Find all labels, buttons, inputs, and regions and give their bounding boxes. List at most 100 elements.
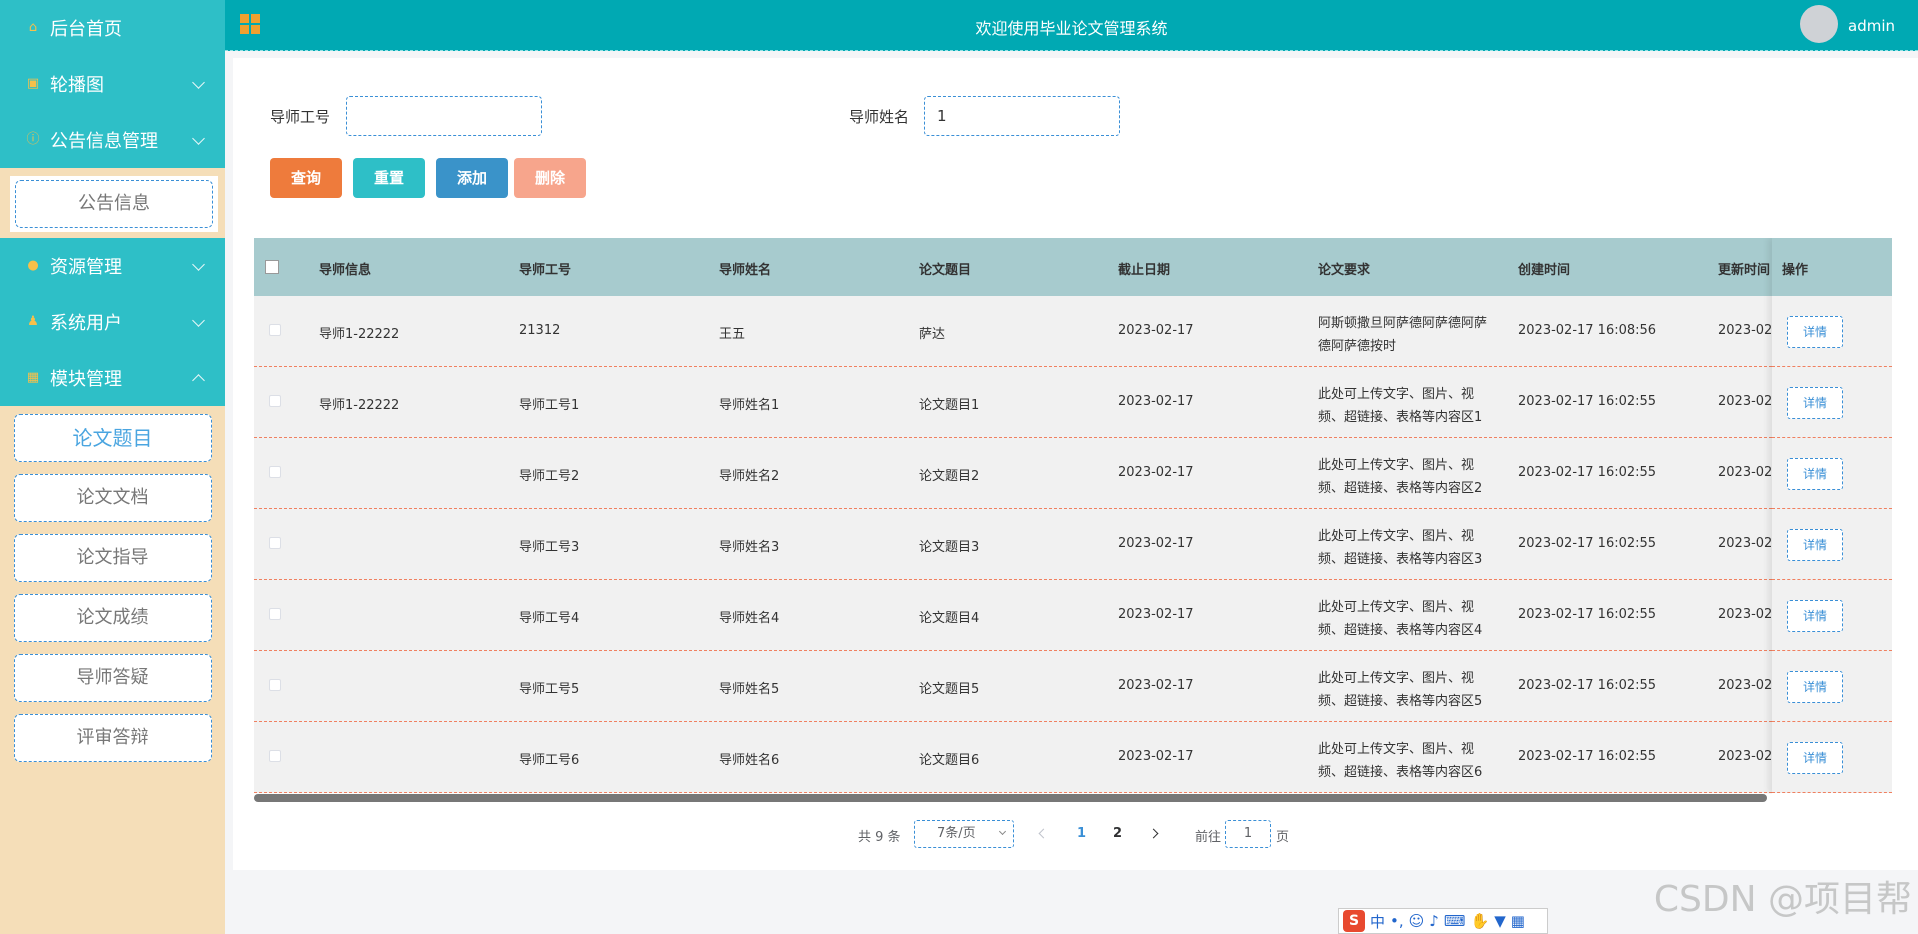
cell-deadline: 2023-02-17 (1118, 323, 1194, 338)
submenu-review-defense[interactable]: 评审答辩 (13, 714, 212, 762)
col-teacher-id: 导师工号 (519, 263, 572, 278)
data-table: 导师信息 导师工号 导师姓名 论文题目 截止日期 论文要求 创建时间 更新时间 … (254, 238, 1892, 794)
ime-mode[interactable]: 中 (1370, 911, 1385, 932)
reset-button[interactable]: 重置 (353, 158, 425, 198)
row-checkbox[interactable] (269, 395, 281, 407)
cell-requirement: 此处可上传文字、图片、视频、超链接、表格等内容区5 (1318, 671, 1483, 709)
cell-updated: 2023-02 (1718, 536, 1773, 551)
detail-button[interactable]: 详情 (1787, 387, 1843, 419)
cell-created: 2023-02-17 16:02:55 (1518, 678, 1657, 693)
page-2[interactable]: 2 (1113, 826, 1122, 841)
username[interactable]: admin (1848, 17, 1895, 35)
detail-button[interactable]: 详情 (1787, 458, 1843, 490)
teacher-name-input[interactable]: 1 (924, 96, 1120, 136)
detail-button[interactable]: 详情 (1787, 529, 1843, 561)
row-checkbox[interactable] (269, 466, 281, 478)
toolbox-icon[interactable]: ✋ (1471, 912, 1490, 930)
op-header: 操作 (1772, 238, 1892, 296)
row-checkbox[interactable] (269, 750, 281, 762)
chevron-down-icon (192, 76, 205, 89)
row-checkbox[interactable] (269, 537, 281, 549)
location-icon: ● (27, 258, 39, 273)
cell-teacher-id: 导师工号1 (519, 398, 580, 413)
table-row: 导师工号3 导师姓名3 论文题目3 2023-02-17 此处可上传文字、图片、… (254, 509, 1892, 580)
menu-carousel[interactable]: ▣ 轮播图 (0, 56, 225, 112)
goto-page-input[interactable]: 1 (1225, 820, 1271, 848)
menu-resource-mgmt[interactable]: ● 资源管理 (0, 238, 225, 294)
cell-created: 2023-02-17 16:02:55 (1518, 536, 1657, 551)
op-cell: 详情 (1772, 509, 1892, 580)
menu-carousel-label: 轮播图 (50, 75, 104, 96)
cell-teacher-name: 导师姓名5 (719, 682, 780, 697)
query-button[interactable]: 查询 (270, 158, 342, 198)
cell-teacher-name: 导师姓名2 (719, 469, 780, 484)
cell-teacher-name: 导师姓名3 (719, 540, 780, 555)
row-checkbox[interactable] (269, 324, 281, 336)
select-all-checkbox[interactable] (265, 260, 279, 274)
sidebar: ⌂ 后台首页 ▣ 轮播图 ⓘ 公告信息管理 公告信息 ● 资源管理 ♟ 系统用户… (0, 0, 225, 934)
table-row: 导师工号6 导师姓名6 论文题目6 2023-02-17 此处可上传文字、图片、… (254, 722, 1892, 793)
submenu-thesis-guidance[interactable]: 论文指导 (13, 534, 212, 582)
chevron-down-icon (998, 827, 1007, 836)
sogou-logo-icon: S (1343, 910, 1365, 932)
menu-home[interactable]: ⌂ 后台首页 (0, 0, 225, 56)
col-created: 创建时间 (1518, 263, 1571, 278)
page-size-select[interactable]: 7条/页 (914, 820, 1014, 848)
skin-icon[interactable]: ▼ (1494, 912, 1506, 930)
cell-deadline: 2023-02-17 (1118, 678, 1194, 693)
row-checkbox[interactable] (269, 679, 281, 691)
submenu-thesis-score[interactable]: 论文成绩 (13, 594, 212, 642)
cell-created: 2023-02-17 16:02:55 (1518, 749, 1657, 764)
menu-home-label: 后台首页 (50, 19, 122, 40)
detail-button[interactable]: 详情 (1787, 742, 1843, 774)
cell-teacher-id: 导师工号2 (519, 469, 580, 484)
add-button[interactable]: 添加 (436, 158, 508, 198)
punctuation-icon[interactable]: •, (1390, 912, 1404, 930)
cell-teacher-id: 21312 (519, 323, 561, 338)
emoji-icon[interactable]: ☺ (1409, 912, 1425, 930)
detail-button[interactable]: 详情 (1787, 600, 1843, 632)
teacher-name-label: 导师姓名 (849, 108, 910, 126)
page-1[interactable]: 1 (1077, 826, 1086, 841)
cell-created: 2023-02-17 16:02:55 (1518, 465, 1657, 480)
cell-deadline: 2023-02-17 (1118, 465, 1194, 480)
detail-button[interactable]: 详情 (1787, 316, 1843, 348)
op-cell: 详情 (1772, 722, 1892, 793)
col-requirement: 论文要求 (1318, 263, 1371, 278)
row-checkbox[interactable] (269, 608, 281, 620)
microphone-icon[interactable]: ♪ (1429, 912, 1439, 930)
info-icon: ⓘ (26, 132, 40, 147)
submenu-thesis-doc[interactable]: 论文文档 (13, 474, 212, 522)
grid-menu-icon[interactable]: ▦ (1511, 912, 1525, 930)
cell-requirement: 此处可上传文字、图片、视频、超链接、表格等内容区1 (1318, 387, 1483, 425)
ime-toolbar[interactable]: S 中 •, ☺ ♪ ⌨ ✋ ▼ ▦ (1338, 908, 1548, 934)
cell-deadline: 2023-02-17 (1118, 607, 1194, 622)
keyboard-icon[interactable]: ⌨ (1444, 912, 1466, 930)
detail-button[interactable]: 详情 (1787, 671, 1843, 703)
menu-system-user[interactable]: ♟ 系统用户 (0, 294, 225, 350)
col-teacher-info: 导师信息 (319, 263, 372, 278)
cell-deadline: 2023-02-17 (1118, 536, 1194, 551)
submenu-thesis-topic[interactable]: 论文题目 (13, 414, 212, 462)
op-cell: 详情 (1772, 651, 1892, 722)
horizontal-scrollbar[interactable] (254, 794, 1767, 802)
submenu-notice[interactable]: 公告信息 (15, 180, 213, 228)
module-submenu: 论文题目 论文文档 论文指导 论文成绩 导师答疑 评审答辩 (0, 406, 225, 778)
chevron-up-icon (192, 374, 205, 387)
menu-notice-mgmt-label: 公告信息管理 (50, 131, 158, 152)
teacher-id-input[interactable] (346, 96, 542, 136)
cell-updated: 2023-02 (1718, 394, 1773, 409)
delete-button[interactable]: 删除 (514, 158, 586, 198)
operation-column: 操作 详情 详情 详情 详情 详情 详情 详情 (1772, 238, 1892, 794)
table-header: 导师信息 导师工号 导师姓名 论文题目 截止日期 论文要求 创建时间 更新时间 (254, 238, 1892, 296)
menu-module-mgmt[interactable]: ▦ 模块管理 (0, 350, 225, 406)
cell-requirement: 阿斯顿撒旦阿萨德阿萨德阿萨德阿萨德按时 (1318, 316, 1488, 354)
submenu-teacher-qa[interactable]: 导师答疑 (13, 654, 212, 702)
avatar[interactable] (1800, 5, 1838, 43)
top-header: 欢迎使用毕业论文管理系统 admin (225, 0, 1918, 51)
cell-topic: 萨达 (919, 327, 946, 342)
menu-notice-mgmt[interactable]: ⓘ 公告信息管理 (0, 112, 225, 168)
table-row: 导师工号2 导师姓名2 论文题目2 2023-02-17 此处可上传文字、图片、… (254, 438, 1892, 509)
cell-deadline: 2023-02-17 (1118, 749, 1194, 764)
cell-teacher-info: 导师1-22222 (319, 327, 400, 342)
